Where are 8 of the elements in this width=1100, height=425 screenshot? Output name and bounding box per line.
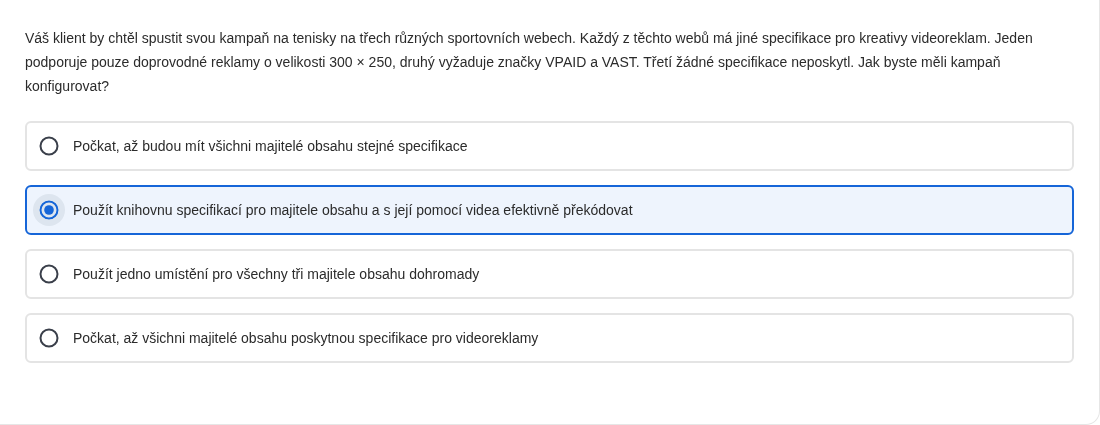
answer-option[interactable]: Použít jedno umístění pro všechny tři majitele obsahu dohromady <box>25 249 1074 299</box>
question-text: Váš klient by chtěl spustit svou kampaň na tenisky na třech různých sportovních webech. Každý z těchto webů má jiné specifikace pro kreativy videoreklam. Jeden podporuje pouze doprovodné reklamy o velikosti 300 × 250, druhý vyžaduje značky VPAID a VAST. Třetí žádné specifikace neposkytl. Jak byste měli kampaň konfigurovat? <box>25 29 1034 96</box>
radio-button[interactable] <box>39 264 59 284</box>
radio-button[interactable] <box>39 328 59 348</box>
answer-option[interactable]: Počkat, až všichni majitelé obsahu poskytnou specifikace pro videoreklamy <box>25 313 1074 363</box>
radio-button[interactable] <box>39 136 59 156</box>
answer-option[interactable]: Použít knihovnu specifikací pro majitele obsahu a s její pomocí videa efektivně překódovat <box>25 185 1074 235</box>
answer-option[interactable]: Počkat, až budou mít všichni majitelé obsahu stejné specifikace <box>25 121 1074 171</box>
